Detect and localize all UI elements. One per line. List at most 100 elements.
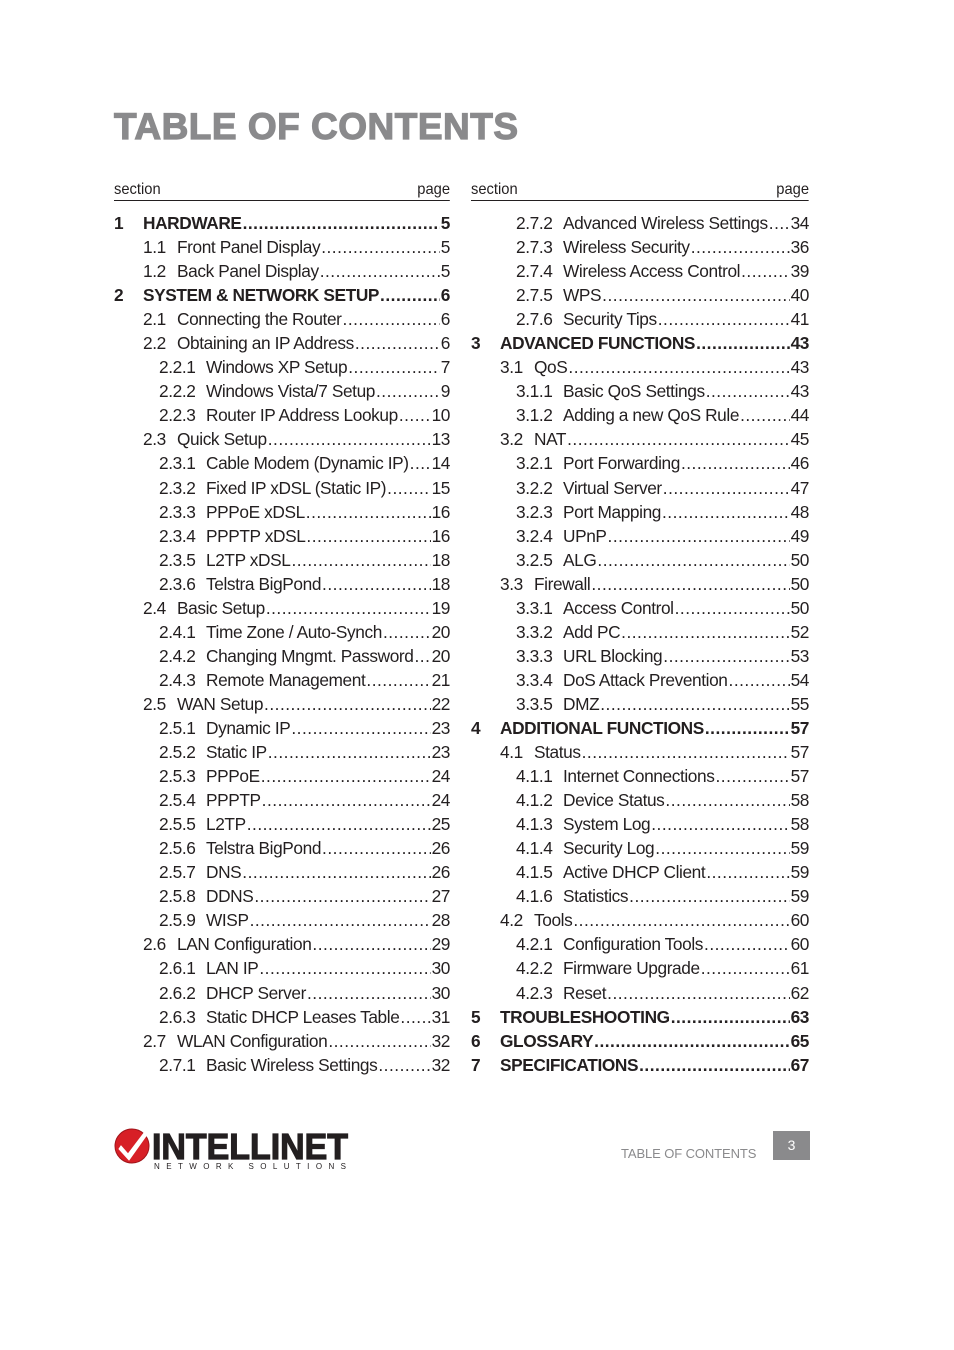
toc-chapter-entry[interactable]: 7 SPECIFICATIONS 67	[471, 1053, 809, 1077]
column-header: section page	[471, 180, 809, 201]
entry-page-number: 60	[790, 910, 809, 931]
toc-entry[interactable]: 3.2.5 ALG 50	[471, 548, 809, 572]
entry-page-number: 5	[440, 213, 450, 233]
entry-title: LAN Configuration	[177, 934, 312, 955]
toc-entry[interactable]: 2.6.3 Static DHCP Leases Table 31	[114, 1005, 450, 1029]
dot-leader	[247, 812, 431, 836]
entry-number: 2.2.2	[159, 381, 196, 402]
toc-entry[interactable]: 2.7.5 WPS 40	[471, 283, 809, 307]
toc-entry[interactable]: 4.1.1 Internet Connections 57	[471, 764, 809, 788]
toc-chapter-entry[interactable]: 2 SYSTEM & NETWORK SETUP 6	[114, 283, 450, 307]
toc-entry[interactable]: 3.2 NAT 45	[471, 427, 809, 451]
dot-leader	[602, 283, 789, 307]
toc-entry[interactable]: 4.1 Status 57	[471, 740, 809, 764]
entry-number: 2.2.3	[159, 405, 196, 426]
toc-entry[interactable]: 2.5.4 PPPTP 24	[114, 788, 450, 812]
toc-entry[interactable]: 2.3.3 PPPoE xDSL 16	[114, 500, 450, 524]
entry-page-number: 5	[440, 237, 450, 258]
toc-entry[interactable]: 3.3.2 Add PC 52	[471, 620, 809, 644]
toc-entry[interactable]: 2.4.1 Time Zone / Auto-Synch 20	[114, 620, 450, 644]
toc-entry[interactable]: 4.1.2 Device Status 58	[471, 788, 809, 812]
entry-title: NAT	[534, 429, 567, 450]
dot-leader	[355, 331, 440, 355]
entry-title: Basic Setup	[177, 597, 265, 618]
toc-entry[interactable]: 4.2.2 Firmware Upgrade 61	[471, 956, 809, 980]
toc-chapter-entry[interactable]: 5 TROUBLESHOOTING 63	[471, 1005, 809, 1029]
toc-entry[interactable]: 3.3 Firewall 50	[471, 572, 809, 596]
toc-entry[interactable]: 3.3.5 DMZ 55	[471, 692, 809, 716]
toc-entry[interactable]: 2.2.1 Windows XP Setup 7	[114, 355, 450, 379]
toc-entry[interactable]: 2.5.3 PPPoE 24	[114, 764, 450, 788]
dot-leader	[400, 1005, 430, 1029]
toc-entry[interactable]: 2.4.2 Changing Mngmt. Password 20	[114, 644, 450, 668]
toc-chapter-entry[interactable]: 1 HARDWARE 5	[114, 211, 450, 235]
toc-entry[interactable]: 2.3.2 Fixed IP xDSL (Static IP) 15	[114, 476, 450, 500]
toc-entry[interactable]: 3.1.1 Basic QoS Settings 43	[471, 379, 809, 403]
toc-entry[interactable]: 2.6.2 DHCP Server 30	[114, 981, 450, 1005]
toc-entry[interactable]: 2.6.1 LAN IP 30	[114, 956, 450, 980]
entry-title: URL Blocking	[563, 645, 663, 666]
toc-chapter-entry[interactable]: 6 GLOSSARY 65	[471, 1029, 809, 1053]
toc-entry[interactable]: 2.7.3 Wireless Security 36	[471, 235, 809, 259]
toc-entry[interactable]: 2.7.4 Wireless Access Control 39	[471, 259, 809, 283]
entry-number: 4.1.6	[516, 886, 553, 907]
toc-entry[interactable]: 3.2.4 UPnP 49	[471, 524, 809, 548]
toc-entry[interactable]: 2.5.1 Dynamic IP 23	[114, 716, 450, 740]
toc-entry[interactable]: 4.1.5 Active DHCP Client 59	[471, 860, 809, 884]
toc-entry[interactable]: 2.2.3 Router IP Address Lookup 10	[114, 403, 450, 427]
entry-title: PPPTP xDSL	[206, 525, 306, 546]
toc-entry[interactable]: 2.2.2 Windows Vista/7 Setup 9	[114, 379, 450, 403]
toc-entry[interactable]: 2.5 WAN Setup 22	[114, 692, 450, 716]
toc-entry[interactable]: 2.3.5 L2TP xDSL 18	[114, 548, 450, 572]
toc-entry[interactable]: 2.7.2 Advanced Wireless Settings 34	[471, 211, 809, 235]
entry-page-number: 13	[431, 429, 450, 450]
toc-entry[interactable]: 4.2.3 Reset 62	[471, 981, 809, 1005]
toc-entry[interactable]: 2.2 Obtaining an IP Address 6	[114, 331, 450, 355]
toc-entry[interactable]: 2.3.4 PPPTP xDSL 16	[114, 524, 450, 548]
toc-entry[interactable]: 4.2 Tools 60	[471, 908, 809, 932]
toc-entry[interactable]: 3.2.1 Port Forwarding 46	[471, 451, 809, 475]
toc-entry[interactable]: 2.5.7 DNS 26	[114, 860, 450, 884]
entry-title: PPPoE	[206, 766, 260, 787]
toc-entry[interactable]: 2.1 Connecting the Router 6	[114, 307, 450, 331]
entry-title: Remote Management	[206, 669, 366, 690]
toc-entry[interactable]: 4.1.3 System Log 58	[471, 812, 809, 836]
toc-entry[interactable]: 3.3.1 Access Control 50	[471, 596, 809, 620]
toc-entry[interactable]: 4.2.1 Configuration Tools 60	[471, 932, 809, 956]
toc-entry[interactable]: 2.5.5 L2TP 25	[114, 812, 450, 836]
toc-entry[interactable]: 3.2.2 Virtual Server 47	[471, 476, 809, 500]
toc-entry[interactable]: 2.5.8 DDNS 27	[114, 884, 450, 908]
toc-entry[interactable]: 4.1.6 Statistics 59	[471, 884, 809, 908]
entry-title: ADDITIONAL FUNCTIONS	[500, 717, 704, 738]
entry-title: Quick Setup	[177, 429, 267, 450]
entry-number: 1.1	[143, 237, 166, 258]
entry-number: 1	[114, 213, 124, 233]
toc-chapter-entry[interactable]: 4 ADDITIONAL FUNCTIONS 57	[471, 716, 809, 740]
toc-entry[interactable]: 2.3.1 Cable Modem (Dynamic IP) 14	[114, 451, 450, 475]
entry-page-number: 26	[431, 862, 450, 883]
toc-entry[interactable]: 2.4.3 Remote Management 21	[114, 668, 450, 692]
toc-entry[interactable]: 2.7 WLAN Configuration 32	[114, 1029, 450, 1053]
toc-entry[interactable]: 2.5.2 Static IP 23	[114, 740, 450, 764]
toc-entry[interactable]: 3.3.3 URL Blocking 53	[471, 644, 809, 668]
toc-entry[interactable]: 2.3.6 Telstra BigPond 18	[114, 572, 450, 596]
entry-number: 2.7.2	[516, 213, 553, 233]
logo-brand-text: INTELLINET	[152, 1126, 348, 1167]
toc-entry[interactable]: 2.5.6 Telstra BigPond 26	[114, 836, 450, 860]
toc-entry[interactable]: 3.1.2 Adding a new QoS Rule 44	[471, 403, 809, 427]
toc-entry[interactable]: 3.3.4 DoS Attack Prevention 54	[471, 668, 809, 692]
dot-leader	[306, 524, 430, 548]
toc-entry[interactable]: 2.7.1 Basic Wireless Settings 32	[114, 1053, 450, 1077]
toc-entry[interactable]: 3.1 QoS 43	[471, 355, 809, 379]
toc-entry[interactable]: 2.4 Basic Setup 19	[114, 596, 450, 620]
toc-entry[interactable]: 2.6 LAN Configuration 29	[114, 932, 450, 956]
toc-entry[interactable]: 2.7.6 Security Tips 41	[471, 307, 809, 331]
toc-entry[interactable]: 1.1 Front Panel Display 5	[114, 235, 450, 259]
entry-number: 2.5.7	[159, 862, 196, 883]
toc-entry[interactable]: 4.1.4 Security Log 59	[471, 836, 809, 860]
toc-entry[interactable]: 3.2.3 Port Mapping 48	[471, 500, 809, 524]
toc-entry[interactable]: 2.5.9 WISP 28	[114, 908, 450, 932]
toc-entry[interactable]: 2.3 Quick Setup 13	[114, 427, 450, 451]
toc-chapter-entry[interactable]: 3 ADVANCED FUNCTIONS 43	[471, 331, 809, 355]
toc-entry[interactable]: 1.2 Back Panel Display 5	[114, 259, 450, 283]
